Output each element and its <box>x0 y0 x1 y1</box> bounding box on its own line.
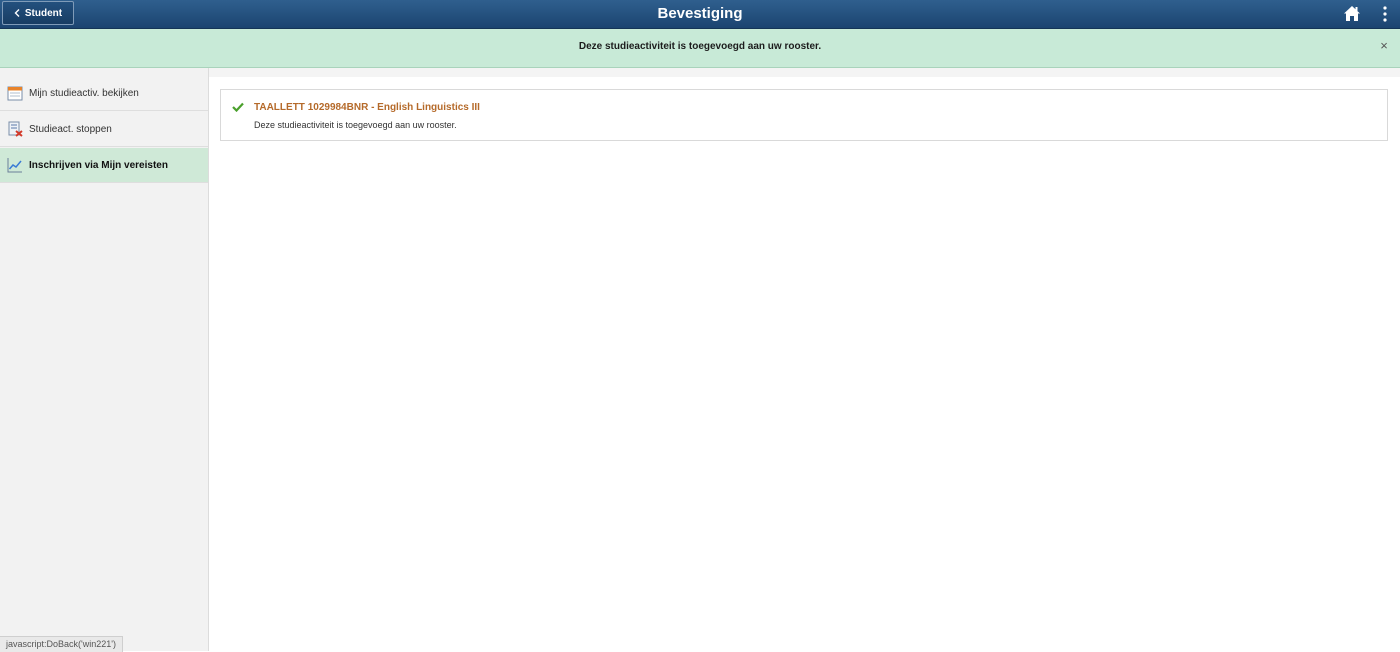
close-icon[interactable]: × <box>1378 39 1390 53</box>
sidebar-item-view-classes[interactable]: Mijn studieactiv. bekijken <box>0 76 208 111</box>
result-status-text: Deze studieactiviteit is toegevoegd aan … <box>254 120 457 130</box>
more-vertical-icon[interactable] <box>1380 5 1390 23</box>
sidebar-item-drop-classes[interactable]: Studieact. stoppen <box>0 112 208 147</box>
sidebar-item-label: Mijn studieactiv. bekijken <box>29 87 139 99</box>
home-icon[interactable] <box>1343 5 1361 22</box>
calendar-icon <box>7 86 23 101</box>
page-title: Bevestiging <box>657 5 743 22</box>
back-button-label: Student <box>24 7 63 19</box>
checkmark-icon <box>232 102 244 112</box>
back-button[interactable]: Student <box>2 1 74 25</box>
content-header-strip <box>209 68 1400 77</box>
course-title: TAALLETT 1029984BNR - English Linguistic… <box>254 102 480 113</box>
sidebar-item-label: Studieact. stoppen <box>29 123 112 135</box>
sidebar: Mijn studieactiv. bekijken Studieact. st… <box>0 68 209 651</box>
sidebar-item-label: Inschrijven via Mijn vereisten <box>29 159 168 171</box>
chart-line-icon <box>7 158 22 173</box>
chevron-left-icon <box>14 9 20 17</box>
banner-message: Deze studieactiviteit is toegevoegd aan … <box>578 41 822 52</box>
drop-class-icon <box>8 121 23 137</box>
sidebar-item-enroll-requirements[interactable]: Inschrijven via Mijn vereisten <box>0 148 208 183</box>
browser-status-url: javascript:DoBack('win221') <box>0 636 123 652</box>
enrollment-result-card: TAALLETT 1029984BNR - English Linguistic… <box>220 89 1388 141</box>
confirmation-banner: Deze studieactiviteit is toegevoegd aan … <box>0 29 1400 68</box>
header-bar: Student Bevestiging <box>0 0 1400 29</box>
